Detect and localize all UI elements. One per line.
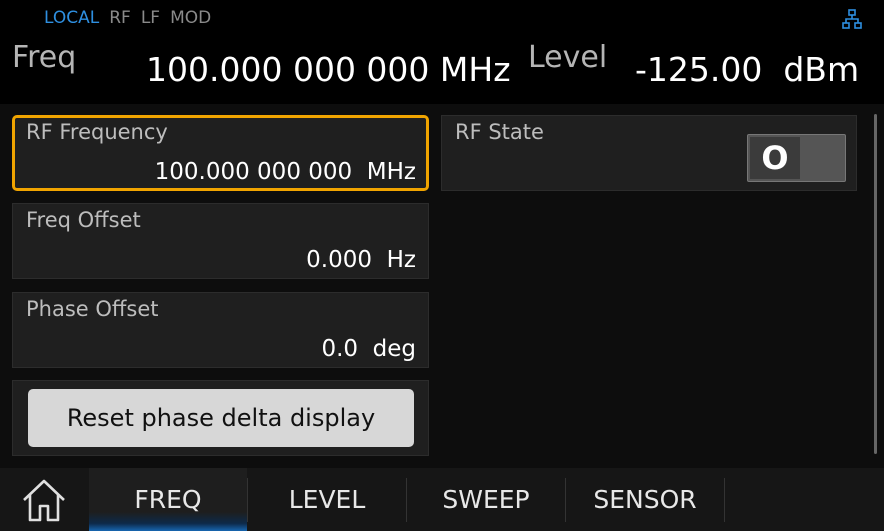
rf-state-toggle[interactable]: O	[747, 134, 846, 182]
rf-frequency-label: RF Frequency	[26, 120, 168, 144]
status-lf: LF	[140, 8, 161, 28]
status-local: LOCAL	[44, 8, 100, 28]
header-freq-label: Freq	[12, 40, 77, 75]
freq-offset-field[interactable]: Freq Offset 0.000 Hz	[12, 203, 429, 279]
phase-offset-field[interactable]: Phase Offset 0.0 deg	[12, 292, 429, 368]
phase-offset-label: Phase Offset	[26, 297, 159, 321]
tab-divider	[724, 478, 725, 522]
rf-state-toggle-knob: O	[750, 137, 800, 179]
freq-offset-value: 0.000 Hz	[306, 247, 416, 273]
status-bar: LOCAL RF LF MOD	[44, 8, 211, 30]
content-panel: RF Frequency 100.000 000 000 MHz Freq Of…	[0, 104, 884, 468]
rf-frequency-field[interactable]: RF Frequency 100.000 000 000 MHz	[12, 115, 429, 191]
tab-level[interactable]: LEVEL	[248, 468, 406, 531]
status-rf: RF	[109, 8, 131, 28]
tab-sensor[interactable]: SENSOR	[566, 468, 724, 531]
header-level-label: Level	[528, 40, 608, 75]
status-mod: MOD	[170, 8, 212, 28]
scrollbar[interactable]	[874, 114, 877, 454]
tab-sweep[interactable]: SWEEP	[407, 468, 565, 531]
reset-phase-container: Reset phase delta display	[12, 380, 429, 456]
home-icon[interactable]	[18, 476, 70, 524]
header-freq-value[interactable]: 100.000 000 000 MHz	[146, 50, 511, 89]
tab-freq[interactable]: FREQ	[89, 468, 247, 531]
rf-state-label: RF State	[455, 120, 544, 144]
bottom-nav: FREQ LEVEL SWEEP SENSOR	[0, 468, 884, 531]
rf-state-field[interactable]: RF State O	[441, 115, 857, 191]
freq-offset-label: Freq Offset	[26, 208, 141, 232]
phase-offset-value: 0.0 deg	[321, 336, 416, 362]
header-level-value[interactable]: -125.00 dBm	[635, 50, 859, 89]
reset-phase-delta-button[interactable]: Reset phase delta display	[28, 389, 414, 447]
network-icon	[842, 9, 862, 29]
rf-frequency-value: 100.000 000 000 MHz	[154, 159, 416, 185]
